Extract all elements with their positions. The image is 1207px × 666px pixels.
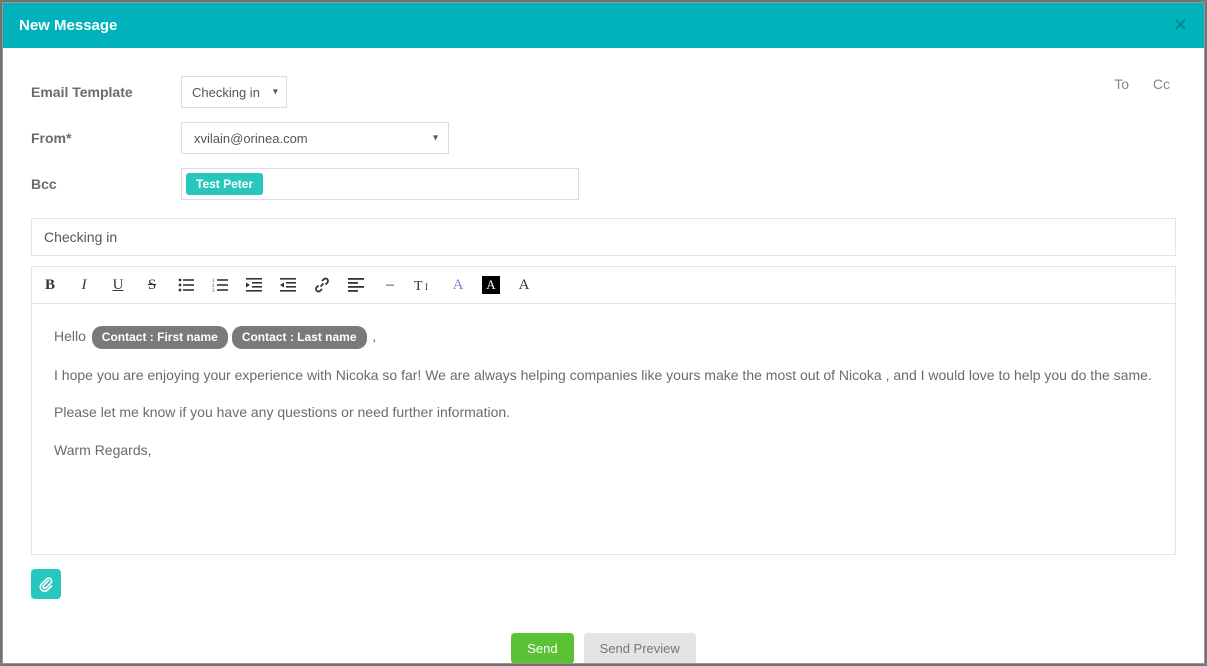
ordered-list-button[interactable]: 123 bbox=[210, 275, 230, 295]
from-value: xvilain@orinea.com bbox=[194, 131, 308, 146]
hr-button[interactable]: – bbox=[380, 275, 400, 295]
indent-button[interactable] bbox=[278, 275, 298, 295]
send-button[interactable]: Send bbox=[511, 633, 573, 663]
font-color-button[interactable]: A bbox=[448, 275, 468, 295]
strike-button[interactable]: S bbox=[142, 275, 162, 295]
email-template-select[interactable]: Checking in bbox=[181, 76, 287, 108]
italic-button[interactable]: I bbox=[74, 275, 94, 295]
greeting-prefix: Hello bbox=[54, 328, 90, 344]
subject-input[interactable] bbox=[31, 218, 1176, 256]
to-cc-links: To Cc bbox=[1094, 76, 1170, 92]
bg-color-button[interactable]: A bbox=[482, 276, 500, 294]
underline-button[interactable]: U bbox=[108, 275, 128, 295]
greeting-suffix: , bbox=[369, 328, 377, 344]
svg-text:3: 3 bbox=[212, 289, 215, 292]
body-p2: Please let me know if you have any quest… bbox=[54, 402, 1153, 424]
bullet-list-button[interactable] bbox=[176, 275, 196, 295]
bcc-tag[interactable]: Test Peter bbox=[186, 173, 263, 195]
to-link[interactable]: To bbox=[1114, 76, 1129, 92]
body-p3: Warm Regards, bbox=[54, 440, 1153, 462]
label-from: From* bbox=[31, 130, 181, 146]
link-button[interactable] bbox=[312, 275, 332, 295]
email-template-value: Checking in bbox=[192, 85, 260, 100]
body-greeting: Hello Contact : First nameContact : Last… bbox=[54, 326, 1153, 349]
dialog-header: New Message ✕ bbox=[3, 3, 1204, 48]
svg-text:T: T bbox=[414, 279, 423, 293]
body-p1: I hope you are enjoying your experience … bbox=[54, 365, 1153, 387]
svg-text:I: I bbox=[425, 282, 428, 292]
dialog-title: New Message bbox=[19, 17, 117, 34]
attach-button[interactable] bbox=[31, 569, 61, 599]
label-email-template: Email Template bbox=[31, 84, 181, 100]
editor-body[interactable]: Hello Contact : First nameContact : Last… bbox=[32, 304, 1175, 554]
from-select[interactable]: xvilain@orinea.com bbox=[181, 122, 449, 154]
bold-button[interactable]: B bbox=[40, 275, 60, 295]
merge-pill-firstname[interactable]: Contact : First name bbox=[92, 326, 228, 349]
text-size-button[interactable]: TI bbox=[414, 275, 434, 295]
merge-pill-lastname[interactable]: Contact : Last name bbox=[232, 326, 367, 349]
send-preview-button[interactable]: Send Preview bbox=[584, 633, 696, 663]
outdent-button[interactable] bbox=[244, 275, 264, 295]
clear-format-button[interactable]: A bbox=[514, 275, 534, 295]
footer-actions: Send Send Preview bbox=[31, 633, 1176, 663]
editor: B I U S 123 bbox=[31, 266, 1176, 555]
bcc-input[interactable]: Test Peter bbox=[181, 168, 579, 200]
dialog-body: To Cc Email Template Checking in From* x… bbox=[3, 48, 1204, 663]
paperclip-icon bbox=[38, 576, 54, 592]
align-button[interactable] bbox=[346, 275, 366, 295]
new-message-dialog: New Message ✕ To Cc Email Template Check… bbox=[2, 2, 1205, 664]
label-bcc: Bcc bbox=[31, 176, 181, 192]
cc-link[interactable]: Cc bbox=[1153, 76, 1170, 92]
close-icon[interactable]: ✕ bbox=[1173, 15, 1188, 36]
editor-toolbar: B I U S 123 bbox=[32, 267, 1175, 304]
